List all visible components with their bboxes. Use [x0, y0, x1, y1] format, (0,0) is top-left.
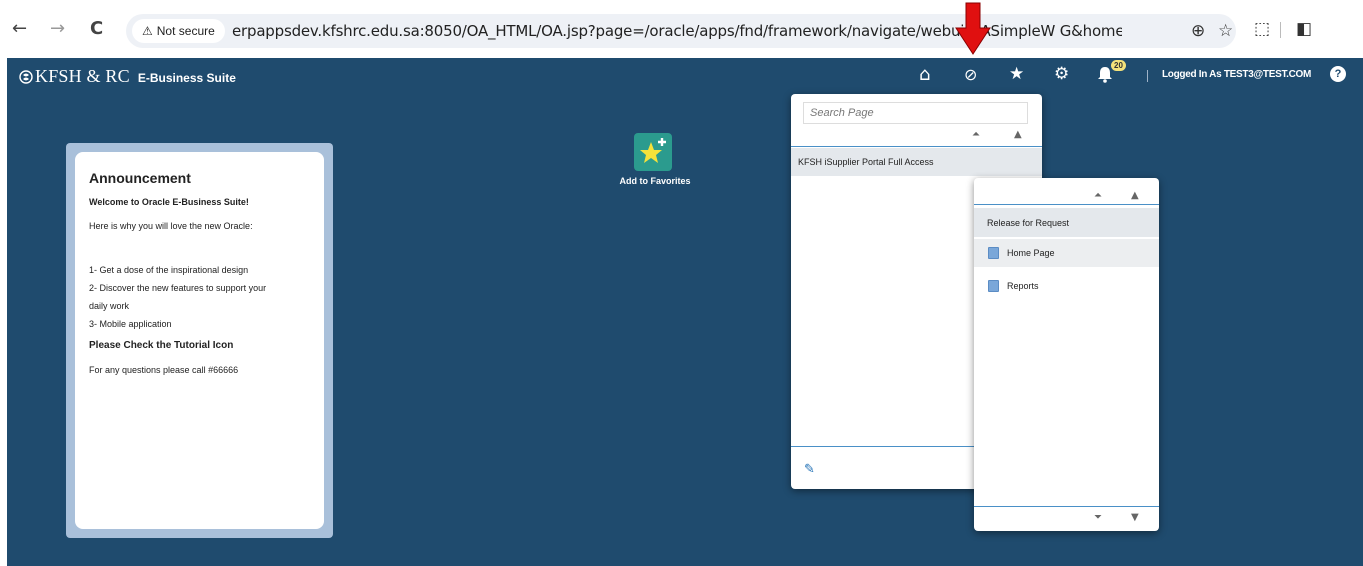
ebs-app: KFSH & RC E-Business Suite ⌂ ⊘ ★ ⚙ 20 Lo… [7, 58, 1363, 566]
security-label: Not secure [156, 24, 215, 38]
announcement-tutorial: Please Check the Tutorial Icon [89, 340, 234, 351]
announcement-card: Announcement Welcome to Oracle E-Busines… [75, 152, 324, 529]
red-arrow-annotation [955, 2, 991, 55]
favorites-star-icon[interactable]: ★ [1009, 64, 1024, 84]
home-icon[interactable]: ⌂ [919, 64, 930, 85]
zoom-icon[interactable]: ⊕ [1191, 21, 1205, 41]
menu-item-home-page[interactable]: Home Page [974, 239, 1159, 267]
announcement-welcome: Welcome to Oracle E-Business Suite! [89, 197, 249, 207]
announcement-item: 3- Mobile application [89, 319, 172, 329]
add-to-favorites-button[interactable] [634, 133, 672, 171]
kfsh-emblem-icon [19, 70, 33, 84]
extensions-icon[interactable]: ⬚ [1254, 19, 1270, 39]
panel-divider [974, 204, 1159, 205]
submenu-panel: ⏶ ▲ Release for Request Home Page Report… [974, 178, 1159, 531]
announcement-item: daily work [89, 301, 130, 311]
expand-all-icon[interactable]: ⏷ [1094, 512, 1102, 523]
edit-pencil-icon[interactable]: ✎ [804, 462, 815, 477]
scroll-up-icon[interactable]: ▲ [1131, 190, 1139, 201]
collapse-all-icon[interactable]: ⏶ [972, 129, 980, 140]
panel-divider [974, 506, 1159, 507]
announcement-item: 1- Get a dose of the inspirational desig… [89, 265, 249, 275]
back-icon[interactable]: ← [12, 20, 27, 38]
announcement-intro: Here is why you will love the new Oracle… [89, 221, 253, 231]
announcement-item: 2- Discover the new features to support … [89, 283, 267, 293]
address-bar[interactable]: ⚠ Not secure erpappsdev.kfshrc.edu.sa:80… [126, 14, 1236, 48]
browser-toolbar: ← → C ⚠ Not secure erpappsdev.kfshrc.edu… [0, 0, 1363, 58]
security-chip[interactable]: ⚠ Not secure [132, 19, 225, 43]
logged-in-user: Logged In As TEST3@TEST.COM [1162, 69, 1312, 80]
notification-count-badge: 20 [1111, 60, 1126, 71]
bookmark-star-icon[interactable]: ☆ [1218, 21, 1233, 41]
kfsh-logo[interactable]: KFSH & RC [35, 66, 130, 87]
scroll-down-icon[interactable]: ▼ [1131, 512, 1139, 523]
page-icon [988, 247, 999, 259]
scroll-up-icon[interactable]: ▲ [1014, 129, 1022, 140]
panel-divider [791, 146, 1042, 147]
header-divider [1147, 70, 1148, 82]
announcement-title: Announcement [89, 170, 191, 186]
add-to-favorites-label[interactable]: Add to Favorites [605, 176, 705, 186]
add-favorite-star-icon [640, 138, 666, 163]
forward-icon[interactable]: → [50, 20, 65, 38]
toolbar-divider [1280, 22, 1281, 38]
search-page-input[interactable]: Search Page [803, 102, 1028, 124]
help-icon[interactable]: ? [1330, 66, 1346, 82]
submenu-header: Release for Request [974, 208, 1159, 237]
brand: KFSH & RC E-Business Suite [19, 66, 236, 87]
collapse-all-icon[interactable]: ⏶ [1094, 190, 1102, 201]
notifications-bell-icon[interactable] [1097, 66, 1113, 83]
announcement-contact: For any questions please call #66666 [89, 365, 239, 375]
responsibility-item[interactable]: KFSH iSupplier Portal Full Access [791, 148, 1042, 176]
side-panel-icon[interactable]: ◧ [1296, 19, 1312, 39]
menu-item-label: Home Page [1007, 248, 1055, 258]
suite-title: E-Business Suite [137, 71, 236, 85]
menu-item-reports[interactable]: Reports [974, 272, 1159, 300]
settings-gear-icon[interactable]: ⚙ [1054, 64, 1069, 84]
announcement-frame: Announcement Welcome to Oracle E-Busines… [66, 143, 333, 538]
navigator-icon[interactable]: ⊘ [964, 65, 977, 84]
menu-item-label: Reports [1007, 281, 1039, 291]
page-icon [988, 280, 999, 292]
warning-icon: ⚠ [142, 24, 153, 38]
reload-icon[interactable]: C [90, 20, 103, 38]
